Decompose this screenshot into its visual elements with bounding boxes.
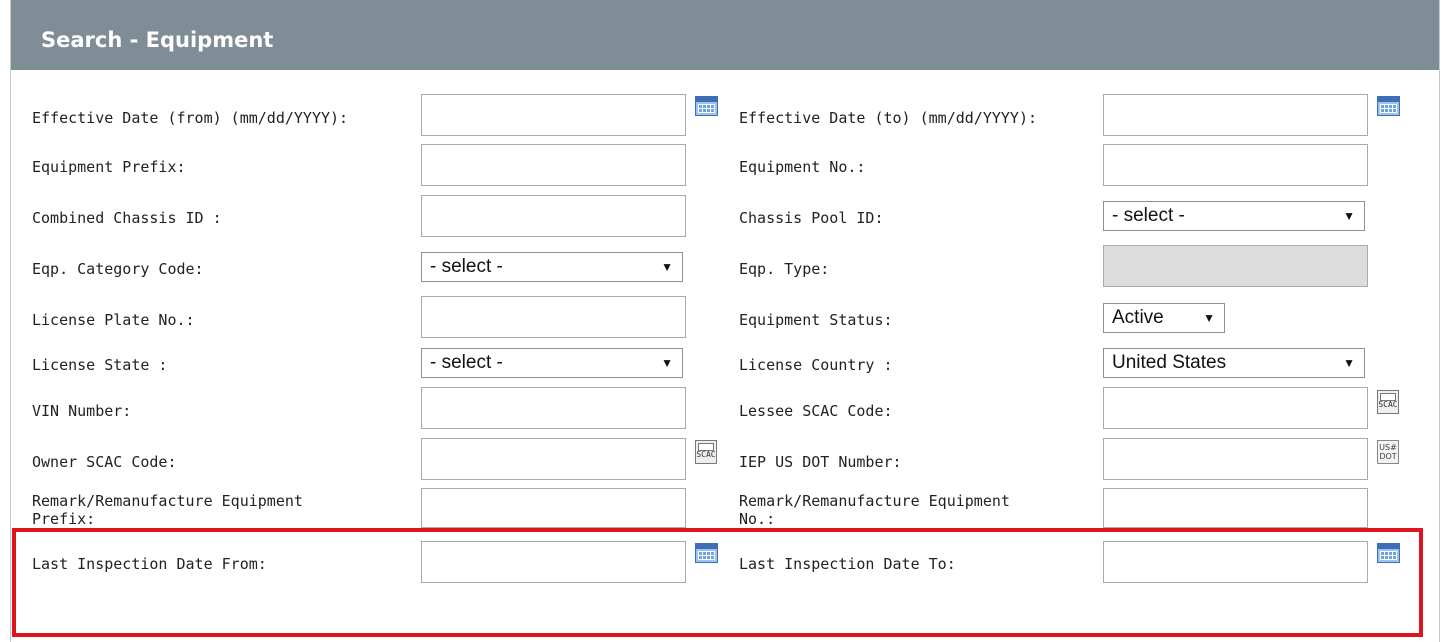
equipment-no-label: Equipment No.: — [739, 158, 866, 176]
us-dot-lookup-icon[interactable]: US# DOT — [1377, 440, 1399, 464]
last-inspection-date-from-input[interactable] — [421, 541, 686, 583]
chevron-down-icon: ▼ — [661, 260, 673, 274]
vin-number-label: VIN Number: — [32, 402, 132, 420]
equipment-status-select[interactable]: Active ▼ — [1103, 303, 1225, 333]
effective-date-from-label: Effective Date (from) (mm/dd/YYYY): — [32, 109, 349, 127]
license-state-value: - select - — [430, 352, 503, 373]
effective-date-to-input[interactable] — [1103, 94, 1368, 136]
license-country-value: United States — [1112, 352, 1227, 373]
equipment-status-value: Active — [1112, 307, 1164, 328]
chassis-pool-id-label: Chassis Pool ID: — [739, 209, 884, 227]
remark-equipment-no-label: Remark/Remanufacture Equipment No.: — [739, 492, 1010, 526]
eqp-type-input — [1103, 245, 1368, 287]
chevron-down-icon: ▼ — [661, 356, 673, 370]
license-plate-no-input[interactable] — [421, 296, 686, 338]
remark-equipment-no-input[interactable] — [1103, 488, 1368, 528]
owner-scac-code-label: Owner SCAC Code: — [32, 453, 177, 471]
dot-icon-text-bottom: DOT — [1379, 452, 1397, 461]
equipment-no-input[interactable] — [1103, 144, 1368, 186]
equipment-prefix-label: Equipment Prefix: — [32, 158, 186, 176]
scac-icon-text: SCAC — [696, 450, 716, 459]
chassis-pool-id-select[interactable]: - select - ▼ — [1103, 201, 1365, 231]
combined-chassis-id-input[interactable] — [421, 195, 686, 237]
last-inspection-date-to-input[interactable] — [1103, 541, 1368, 583]
license-plate-no-label: License Plate No.: — [32, 311, 195, 329]
dot-icon-text-top: US# — [1379, 443, 1397, 452]
remark-equipment-prefix-label: Remark/Remanufacture Equipment Prefix: — [32, 492, 303, 526]
chevron-down-icon: ▼ — [1343, 356, 1355, 370]
owner-scac-code-input[interactable] — [421, 438, 686, 480]
panel-header: Search - Equipment — [11, 0, 1439, 70]
vin-number-input[interactable] — [421, 387, 686, 429]
combined-chassis-id-label: Combined Chassis ID : — [32, 209, 222, 227]
scac-lookup-icon[interactable]: SCAC — [1377, 390, 1399, 414]
lessee-scac-code-input[interactable] — [1103, 387, 1368, 429]
effective-date-from-input[interactable] — [421, 94, 686, 136]
calendar-icon[interactable] — [695, 96, 718, 116]
panel-title: Search - Equipment — [41, 28, 274, 52]
chevron-down-icon: ▼ — [1343, 209, 1355, 223]
calendar-icon[interactable] — [695, 543, 718, 563]
scac-icon-text: SCAC — [1378, 400, 1398, 409]
last-inspection-date-to-label: Last Inspection Date To: — [739, 555, 956, 573]
eqp-category-code-value: - select - — [430, 256, 503, 277]
chassis-pool-id-value: - select - — [1112, 205, 1185, 226]
equipment-prefix-input[interactable] — [421, 144, 686, 186]
eqp-type-label: Eqp. Type: — [739, 260, 830, 278]
iep-us-dot-number-input[interactable] — [1103, 438, 1368, 480]
lessee-scac-code-label: Lessee SCAC Code: — [739, 402, 893, 420]
eqp-category-code-label: Eqp. Category Code: — [32, 260, 204, 278]
remark-equipment-prefix-input[interactable] — [421, 488, 686, 528]
scac-lookup-icon[interactable]: SCAC — [695, 440, 717, 464]
license-country-label: License Country : — [739, 356, 893, 374]
equipment-status-label: Equipment Status: — [739, 311, 893, 329]
license-state-select[interactable]: - select - ▼ — [421, 348, 683, 378]
chevron-down-icon: ▼ — [1203, 311, 1215, 325]
last-inspection-date-from-label: Last Inspection Date From: — [32, 555, 267, 573]
calendar-icon[interactable] — [1377, 96, 1400, 116]
calendar-icon[interactable] — [1377, 543, 1400, 563]
license-country-select[interactable]: United States ▼ — [1103, 348, 1365, 378]
iep-us-dot-number-label: IEP US DOT Number: — [739, 453, 902, 471]
effective-date-to-label: Effective Date (to) (mm/dd/YYYY): — [739, 109, 1038, 127]
eqp-category-code-select[interactable]: - select - ▼ — [421, 252, 683, 282]
license-state-label: License State : — [32, 356, 168, 374]
